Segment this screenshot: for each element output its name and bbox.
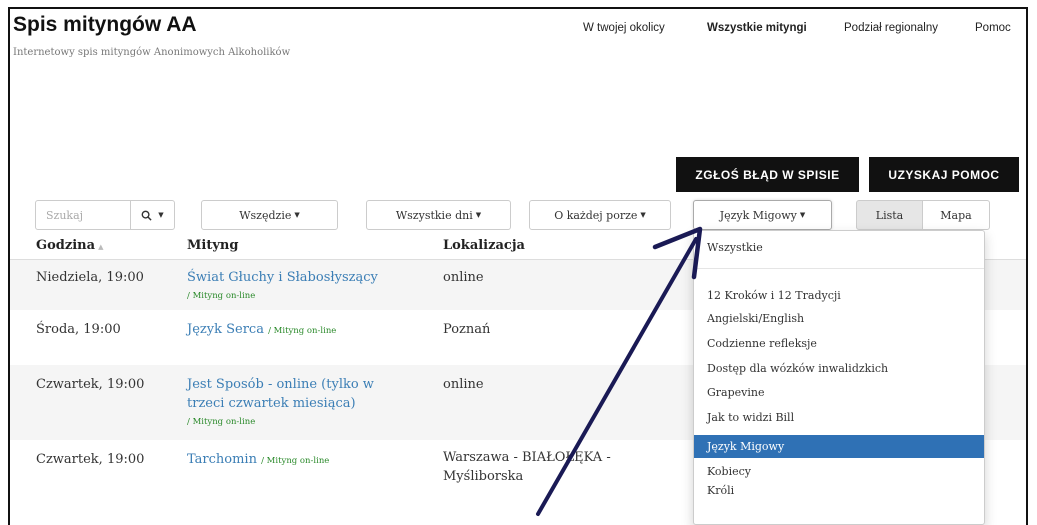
arrow-shaft [536,237,698,516]
app-frame: Spis mityngów AA Internetowy spis mityng… [8,7,1028,525]
annotation-arrow-icon [536,226,703,516]
